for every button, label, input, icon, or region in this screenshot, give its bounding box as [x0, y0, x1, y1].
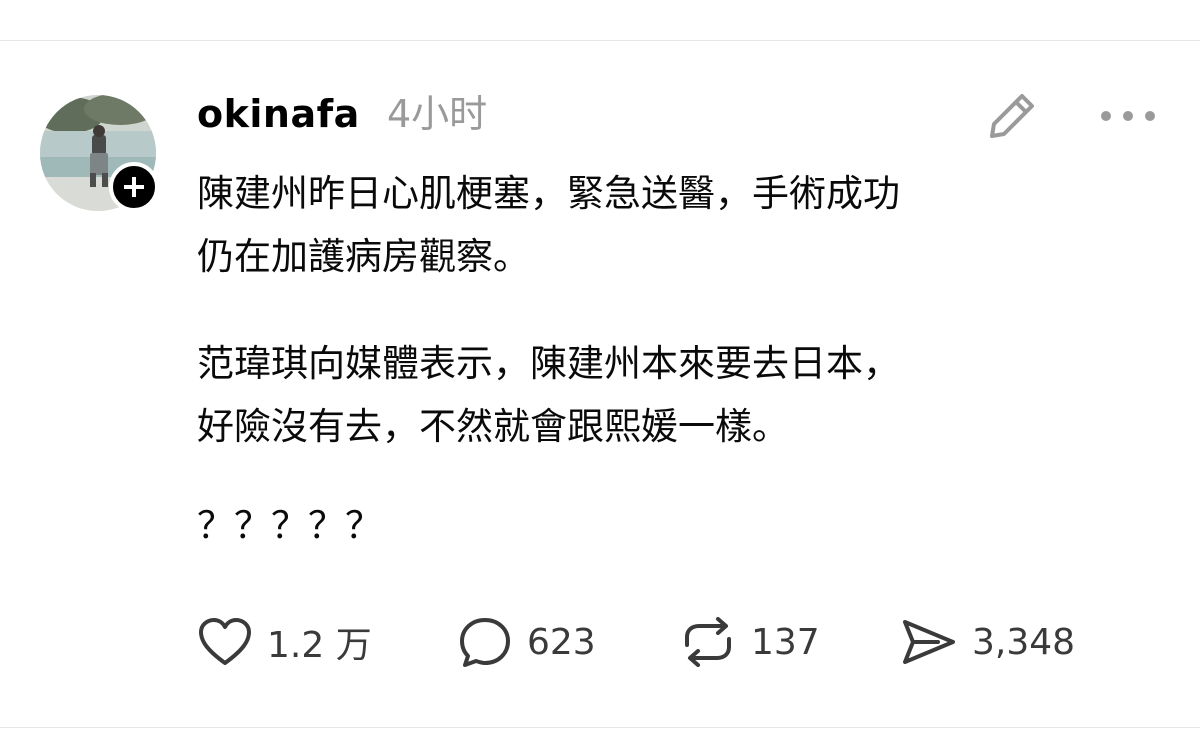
edit-button[interactable] [982, 88, 1042, 144]
follow-button[interactable] [109, 162, 159, 212]
post-line: 范瑋琪向媒體表示，陳建州本來要去日本， [197, 342, 900, 385]
timestamp: 4小时 [387, 92, 488, 136]
post-line: 好險沒有去，不然就會跟熙媛一樣。 [197, 405, 789, 448]
repost-count: 137 [751, 621, 820, 663]
username[interactable]: okinafa [197, 90, 360, 138]
post-line: 陳建州昨日心肌梗塞，緊急送醫，手術成功 [197, 172, 900, 215]
share-button[interactable]: 3,348 [900, 612, 1075, 672]
more-options-button[interactable] [1096, 96, 1160, 136]
speech-bubble-icon [460, 618, 510, 667]
pencil-icon [990, 94, 1034, 138]
share-count: 3,348 [972, 621, 1076, 663]
repost-icon [685, 617, 731, 667]
reply-button[interactable]: 623 [457, 612, 596, 672]
send-icon [903, 620, 955, 664]
post-line: ？？？？？ [197, 504, 382, 547]
reply-count: 623 [527, 621, 596, 663]
like-button[interactable]: 1.2 万 [197, 612, 372, 672]
action-bar: 1.2 万 623 137 3,348 [0, 612, 1200, 672]
post-line: 仍在加護病房觀察。 [197, 235, 530, 278]
post-body: 陳建州昨日心肌梗塞，緊急送醫，手術成功 仍在加護病房觀察。 范瑋琪向媒體表示，陳… [197, 162, 1157, 557]
more-dots-icon [1101, 111, 1155, 121]
like-count: 1.2 万 [267, 625, 372, 666]
bottom-divider [0, 727, 1200, 728]
plus-icon [124, 177, 144, 197]
repost-button[interactable]: 137 [679, 612, 820, 672]
heart-icon [199, 618, 251, 665]
top-divider [0, 40, 1200, 41]
